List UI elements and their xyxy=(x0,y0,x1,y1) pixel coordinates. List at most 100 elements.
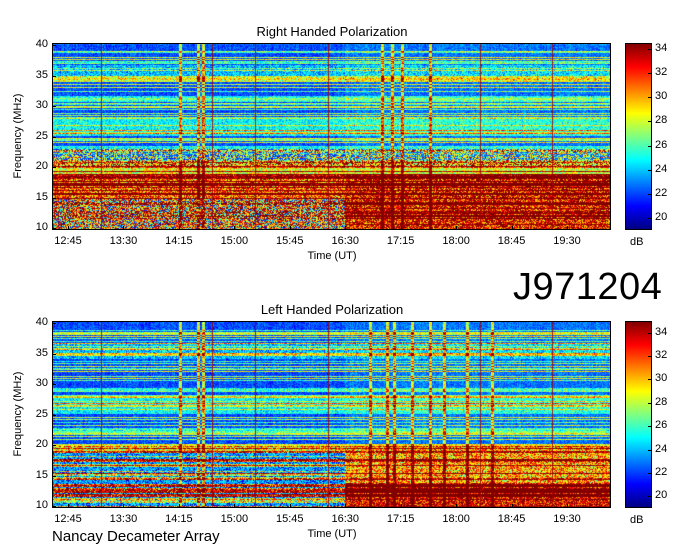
y-tick-label: 35 xyxy=(8,347,48,359)
colorbar-tick-label: 34 xyxy=(655,42,667,54)
y-axis-label-left: Frequency (MHz) xyxy=(12,364,24,464)
x-tick-label: 16:30 xyxy=(320,235,370,247)
x-tick-mark xyxy=(567,504,568,508)
heatmap-right xyxy=(52,43,611,230)
y-tick-mark xyxy=(52,137,56,138)
colorbar-tick-mark xyxy=(648,473,652,474)
x-tick-mark xyxy=(512,226,513,230)
x-tick-label: 15:45 xyxy=(265,235,315,247)
colorbar-tick-label: 20 xyxy=(655,489,667,501)
x-tick-label: 18:00 xyxy=(431,235,481,247)
y-tick-mark xyxy=(52,167,56,168)
y-tick-mark xyxy=(52,323,56,324)
x-tick-label: 19:30 xyxy=(542,513,592,525)
y-tick-mark xyxy=(52,228,56,229)
x-tick-mark xyxy=(456,226,457,230)
x-tick-mark xyxy=(68,504,69,508)
x-tick-mark xyxy=(290,504,291,508)
colorbar-label-left: dB xyxy=(630,514,643,526)
x-tick-mark xyxy=(123,504,124,508)
colorbar-tick-mark xyxy=(648,97,652,98)
colorbar-tick-label: 28 xyxy=(655,114,667,126)
colorbar-tick-mark xyxy=(648,403,652,404)
colorbar-tick-label: 32 xyxy=(655,66,667,78)
x-tick-mark xyxy=(401,504,402,508)
y-tick-mark xyxy=(52,76,56,77)
x-tick-label: 18:45 xyxy=(487,235,537,247)
y-tick-mark xyxy=(52,445,56,446)
y-tick-label: 15 xyxy=(8,191,48,203)
x-tick-mark xyxy=(179,226,180,230)
x-tick-label: 16:30 xyxy=(320,513,370,525)
colorbar-tick-mark xyxy=(648,379,652,380)
x-tick-label: 12:45 xyxy=(43,235,93,247)
colorbar-tick-label: 30 xyxy=(655,90,667,102)
x-axis-label-left: Time (UT) xyxy=(282,528,382,540)
x-tick-mark xyxy=(401,226,402,230)
colorbar-tick-label: 26 xyxy=(655,419,667,431)
x-tick-label: 18:00 xyxy=(431,513,481,525)
x-tick-label: 12:45 xyxy=(43,513,93,525)
x-tick-mark xyxy=(68,226,69,230)
x-tick-mark xyxy=(123,226,124,230)
y-tick-mark xyxy=(52,45,56,46)
x-tick-mark xyxy=(512,504,513,508)
colorbar-tick-mark xyxy=(648,170,652,171)
y-tick-label: 40 xyxy=(8,38,48,50)
colorbar-tick-label: 24 xyxy=(655,163,667,175)
x-axis-label-right: Time (UT) xyxy=(282,250,382,262)
colorbar-tick-mark xyxy=(648,356,652,357)
colorbar-tick-label: 30 xyxy=(655,372,667,384)
colorbar-tick-mark xyxy=(648,496,652,497)
colorbar-tick-label: 22 xyxy=(655,466,667,478)
y-tick-mark xyxy=(52,354,56,355)
y-tick-mark xyxy=(52,384,56,385)
colorbar-label-right: dB xyxy=(630,236,643,248)
colorbar-tick-label: 22 xyxy=(655,187,667,199)
colorbar-tick-mark xyxy=(648,194,652,195)
y-tick-label: 40 xyxy=(8,316,48,328)
colorbar-tick-mark xyxy=(648,426,652,427)
x-tick-label: 19:30 xyxy=(542,235,592,247)
y-tick-mark xyxy=(52,476,56,477)
x-tick-label: 13:30 xyxy=(98,513,148,525)
colorbar-tick-mark xyxy=(648,73,652,74)
colorbar-tick-label: 28 xyxy=(655,396,667,408)
heatmap-left xyxy=(52,321,611,508)
x-tick-label: 14:15 xyxy=(154,235,204,247)
x-tick-mark xyxy=(290,226,291,230)
x-tick-mark xyxy=(234,226,235,230)
colorbar-tick-label: 32 xyxy=(655,349,667,361)
colorbar-tick-mark xyxy=(648,333,652,334)
colorbar-tick-label: 34 xyxy=(655,326,667,338)
colorbar-tick-mark xyxy=(648,450,652,451)
y-axis-label-right: Frequency (MHz) xyxy=(12,86,24,186)
y-tick-mark xyxy=(52,198,56,199)
x-tick-mark xyxy=(456,504,457,508)
x-tick-label: 15:00 xyxy=(209,513,259,525)
colorbar-tick-mark xyxy=(648,49,652,50)
x-tick-mark xyxy=(179,504,180,508)
x-tick-label: 15:45 xyxy=(265,513,315,525)
y-tick-mark xyxy=(52,106,56,107)
colorbar-tick-mark xyxy=(648,218,652,219)
colorbar-right xyxy=(625,43,652,230)
x-tick-mark xyxy=(567,226,568,230)
x-tick-label: 13:30 xyxy=(98,235,148,247)
x-tick-mark xyxy=(345,226,346,230)
x-tick-label: 18:45 xyxy=(487,513,537,525)
colorbar-left xyxy=(625,321,652,508)
x-tick-mark xyxy=(234,504,235,508)
chart-title-right: Right Handed Polarization xyxy=(52,24,612,39)
colorbar-tick-label: 26 xyxy=(655,139,667,151)
colorbar-tick-label: 24 xyxy=(655,443,667,455)
y-tick-label: 35 xyxy=(8,69,48,81)
colorbar-tick-mark xyxy=(648,146,652,147)
x-tick-label: 17:15 xyxy=(376,235,426,247)
y-tick-label: 10 xyxy=(8,221,48,233)
colorbar-tick-mark xyxy=(648,121,652,122)
x-tick-label: 17:15 xyxy=(376,513,426,525)
y-tick-mark xyxy=(52,415,56,416)
y-tick-mark xyxy=(52,506,56,507)
x-tick-mark xyxy=(345,504,346,508)
